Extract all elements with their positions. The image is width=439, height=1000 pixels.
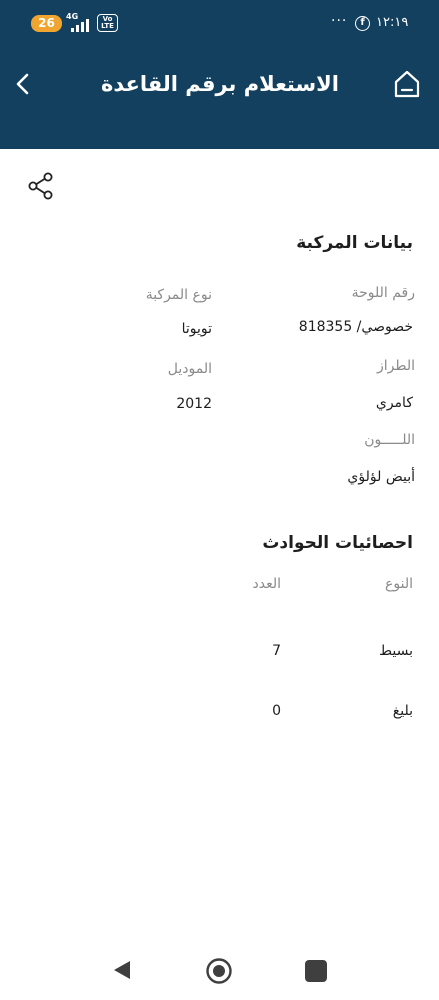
- recent-apps-icon[interactable]: [305, 960, 327, 982]
- accidents-section-title: احصائيات الحوادث: [262, 533, 413, 553]
- nav-home-button[interactable]: [205, 957, 233, 985]
- home-button[interactable]: [392, 68, 422, 100]
- page-title: الاستعلام برقم القاعدة: [101, 72, 339, 96]
- back-button[interactable]: [12, 70, 34, 98]
- vehicle-type-value: تويوتا: [181, 321, 212, 337]
- home-icon: [394, 70, 420, 98]
- volte-icon: Vo LTE: [97, 14, 118, 32]
- vehicle-section-title: بيانات المركبة: [296, 233, 413, 253]
- make-label: الطراز: [376, 358, 415, 374]
- type-column-header: النوع: [385, 576, 413, 592]
- accident-type: بسيط: [379, 643, 413, 659]
- plate-label: رقم اللوحة: [351, 285, 415, 301]
- app-header: 26 4G Vo LTE ··· f ١٢:١٩ الاستعلام برقم …: [0, 0, 439, 149]
- notification-dots: ···: [331, 13, 348, 29]
- accident-type: بليغ: [392, 703, 413, 719]
- model-value: 2012: [176, 396, 212, 412]
- signal-icon: [66, 19, 92, 32]
- clock: ١٢:١٩: [376, 15, 409, 30]
- share-button[interactable]: [26, 171, 56, 201]
- back-triangle-icon: [114, 961, 130, 979]
- share-icon: [28, 172, 53, 200]
- accident-count: 7: [272, 643, 281, 659]
- color-label: اللـــــون: [364, 432, 415, 448]
- chevron-left-icon: [16, 73, 29, 95]
- vehicle-type-label: نوع المركبة: [145, 287, 212, 303]
- plate-value: خصوصي/ 818355: [298, 319, 413, 335]
- home-circle-icon: [206, 958, 232, 984]
- accident-count: 0: [272, 703, 281, 719]
- nav-back-button[interactable]: [110, 958, 134, 982]
- status-bar: 26 4G Vo LTE ··· f ١٢:١٩: [0, 0, 439, 48]
- battery-indicator: 26: [31, 15, 62, 32]
- make-value: كامري: [375, 395, 413, 411]
- count-column-header: العدد: [252, 576, 282, 592]
- system-navbar: [0, 940, 439, 1000]
- model-label: الموديل: [167, 361, 212, 377]
- color-value: أبيض لؤلؤي: [347, 469, 415, 485]
- facebook-icon: f: [355, 16, 370, 31]
